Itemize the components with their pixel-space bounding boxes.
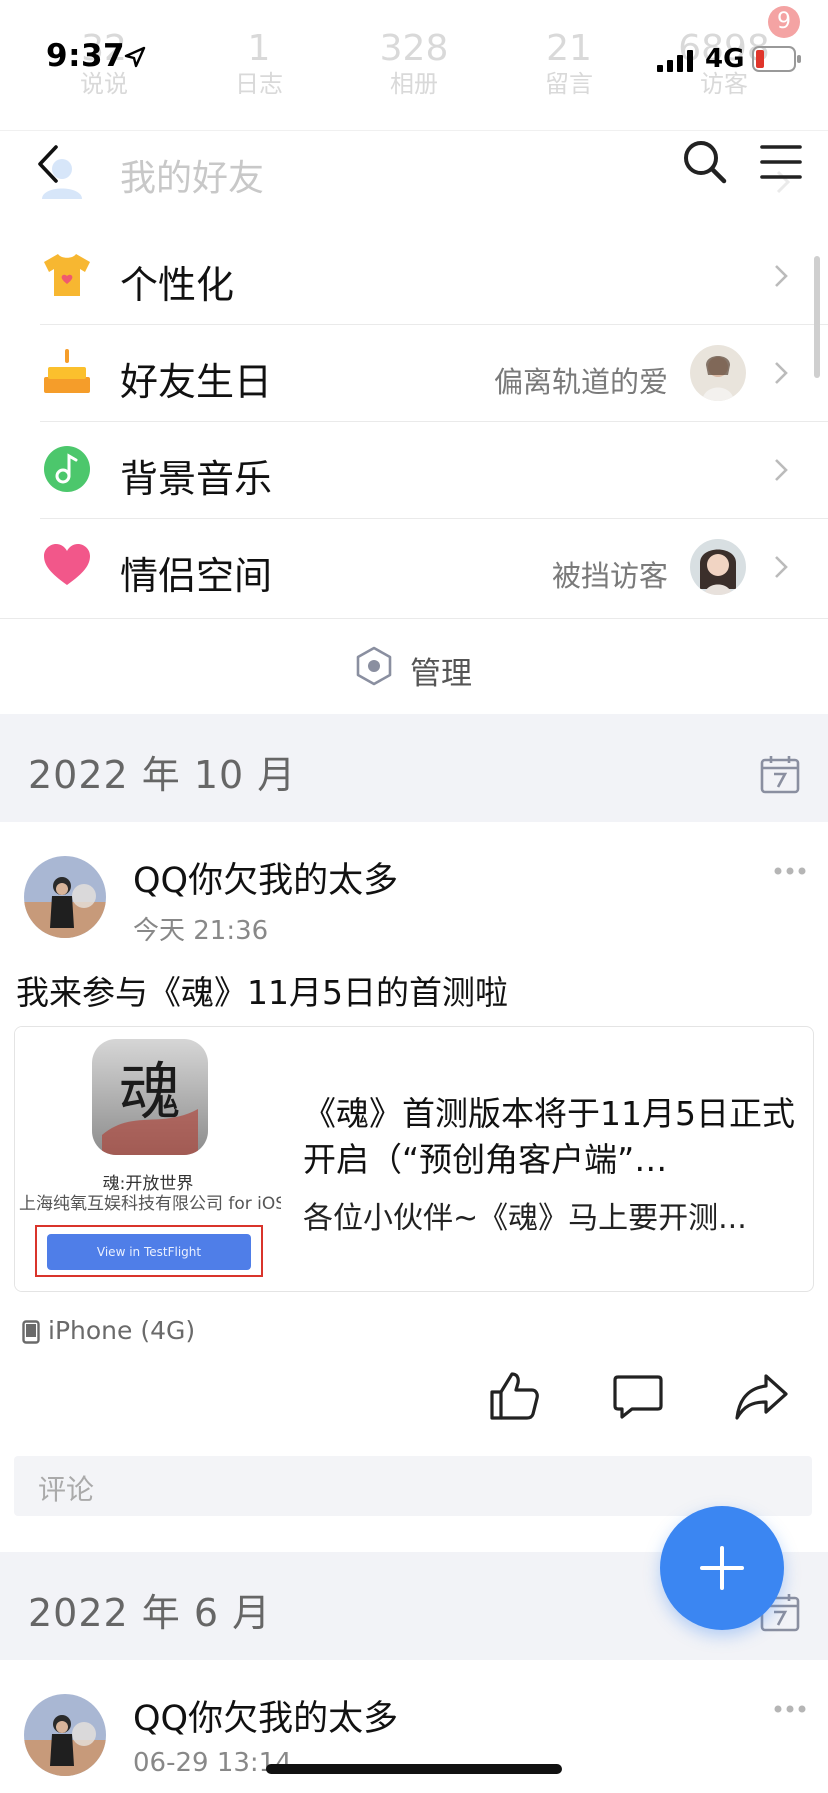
stat-xiangce[interactable]: 328 相册: [354, 28, 474, 98]
card-title: 《魂》首测版本将于11月5日正式开启（“预创角客户端”…: [303, 1094, 795, 1179]
settings-list: 个性化 好友生日 偏离轨道的爱 背景音乐 情侣空间 被挡访客: [0, 228, 828, 616]
settings-row-subtitle: 被挡访客: [551, 559, 668, 593]
manage-button[interactable]: 管理: [0, 620, 828, 716]
post-time: 今天 21:36: [133, 916, 269, 946]
stat-label: 说说: [80, 70, 128, 98]
post-author[interactable]: QQ你欠我的太多: [133, 1690, 398, 1741]
like-icon[interactable]: [488, 1370, 540, 1422]
app-icon: 魂: [92, 1039, 208, 1155]
device-label: iPhone (4G): [48, 1316, 196, 1345]
settings-row-music[interactable]: 背景音乐: [40, 422, 828, 519]
post-text: 我来参与《魂》11月5日的首测啦: [16, 973, 508, 1012]
settings-row-couple[interactable]: 情侣空间 被挡访客: [40, 519, 828, 616]
comment-input[interactable]: 评论: [14, 1456, 812, 1516]
section-title: 2022 年 6 月: [28, 1591, 272, 1635]
card-thumbnail: 魂 魂:开放世界 上海纯氧互娱科技有限公司 for iOS View in Te…: [15, 1027, 281, 1291]
notification-badge: 9: [768, 6, 800, 38]
battery-icon: [752, 46, 801, 72]
card-description: 各位小伙伴~《魂》马上要开测...: [303, 1201, 747, 1236]
status-time: 9:37: [46, 38, 126, 74]
menu-icon[interactable]: [760, 141, 802, 183]
highlight-box: View in TestFlight: [35, 1225, 263, 1277]
settings-row-label: 背景音乐: [120, 457, 273, 501]
chevron-right-icon: [775, 362, 788, 384]
plus-icon: [700, 1546, 744, 1590]
settings-row-birthday[interactable]: 好友生日 偏离轨道的爱: [40, 325, 828, 422]
settings-row-subtitle: 偏离轨道的爱: [493, 365, 668, 399]
phone-icon: [22, 1320, 40, 1344]
settings-row-label: 好友生日: [120, 360, 273, 404]
network-type: 4G: [705, 44, 745, 74]
stat-label: 日志: [235, 70, 283, 98]
avatar: [690, 539, 746, 595]
heart-icon: [44, 544, 90, 585]
stat-count: 328: [379, 28, 449, 69]
link-card[interactable]: 魂 魂:开放世界 上海纯氧互娱科技有限公司 for iOS View in Te…: [14, 1026, 814, 1292]
nav-title: 我的好友: [120, 158, 265, 199]
more-options-icon[interactable]: [774, 1704, 806, 1714]
avatar[interactable]: [24, 1694, 106, 1776]
nav-bar: 我的好友: [0, 130, 828, 210]
more-options-icon[interactable]: [774, 866, 806, 876]
divider: [0, 618, 828, 619]
stat-count: 21: [546, 28, 592, 69]
stat-label: 留言: [545, 70, 593, 98]
home-indicator[interactable]: [266, 1764, 562, 1774]
stat-label: 访客: [700, 70, 748, 98]
share-icon[interactable]: [734, 1372, 790, 1422]
testflight-button: View in TestFlight: [47, 1234, 251, 1270]
settings-row-label: 个性化: [120, 263, 235, 307]
section-header-2022-10: 2022 年 10 月: [0, 714, 828, 822]
avatar: [690, 345, 746, 401]
comment-icon[interactable]: [612, 1374, 664, 1420]
post-author[interactable]: QQ你欠我的太多: [133, 852, 398, 903]
svg-text:魂: 魂: [119, 1055, 181, 1128]
stat-count: 1: [247, 28, 271, 69]
chevron-right-icon: [775, 459, 788, 481]
search-icon[interactable]: [680, 137, 730, 187]
settings-row-personalize[interactable]: 个性化: [40, 228, 828, 325]
manage-label: 管理: [410, 656, 472, 692]
friend-icon: [42, 159, 82, 199]
scrollbar[interactable]: [814, 256, 820, 378]
location-arrow-icon: [124, 46, 146, 68]
cake-icon: [44, 349, 90, 393]
comment-placeholder: 评论: [38, 1473, 95, 1506]
tshirt-icon: [44, 254, 90, 296]
add-post-button[interactable]: [660, 1506, 784, 1630]
music-icon: [44, 446, 90, 492]
app-publisher: 上海纯氧互娱科技有限公司 for iOS: [19, 1194, 281, 1214]
calendar-icon[interactable]: [760, 754, 800, 794]
stat-liuyan[interactable]: 21 留言: [509, 28, 629, 98]
status-bar: 32 说说 1 日志 328 相册 21 留言 6898 访客 9:37 4G: [0, 0, 828, 130]
avatar[interactable]: [24, 856, 106, 938]
cellular-signal-icon: [657, 50, 693, 72]
hexagon-settings-icon: [356, 646, 392, 686]
settings-row-label: 情侣空间: [120, 554, 273, 598]
section-title: 2022 年 10 月: [28, 753, 297, 797]
stat-label: 相册: [390, 70, 438, 98]
chevron-right-icon: [775, 556, 788, 578]
stat-rizhi[interactable]: 1 日志: [199, 28, 319, 98]
chevron-right-icon: [775, 265, 788, 287]
